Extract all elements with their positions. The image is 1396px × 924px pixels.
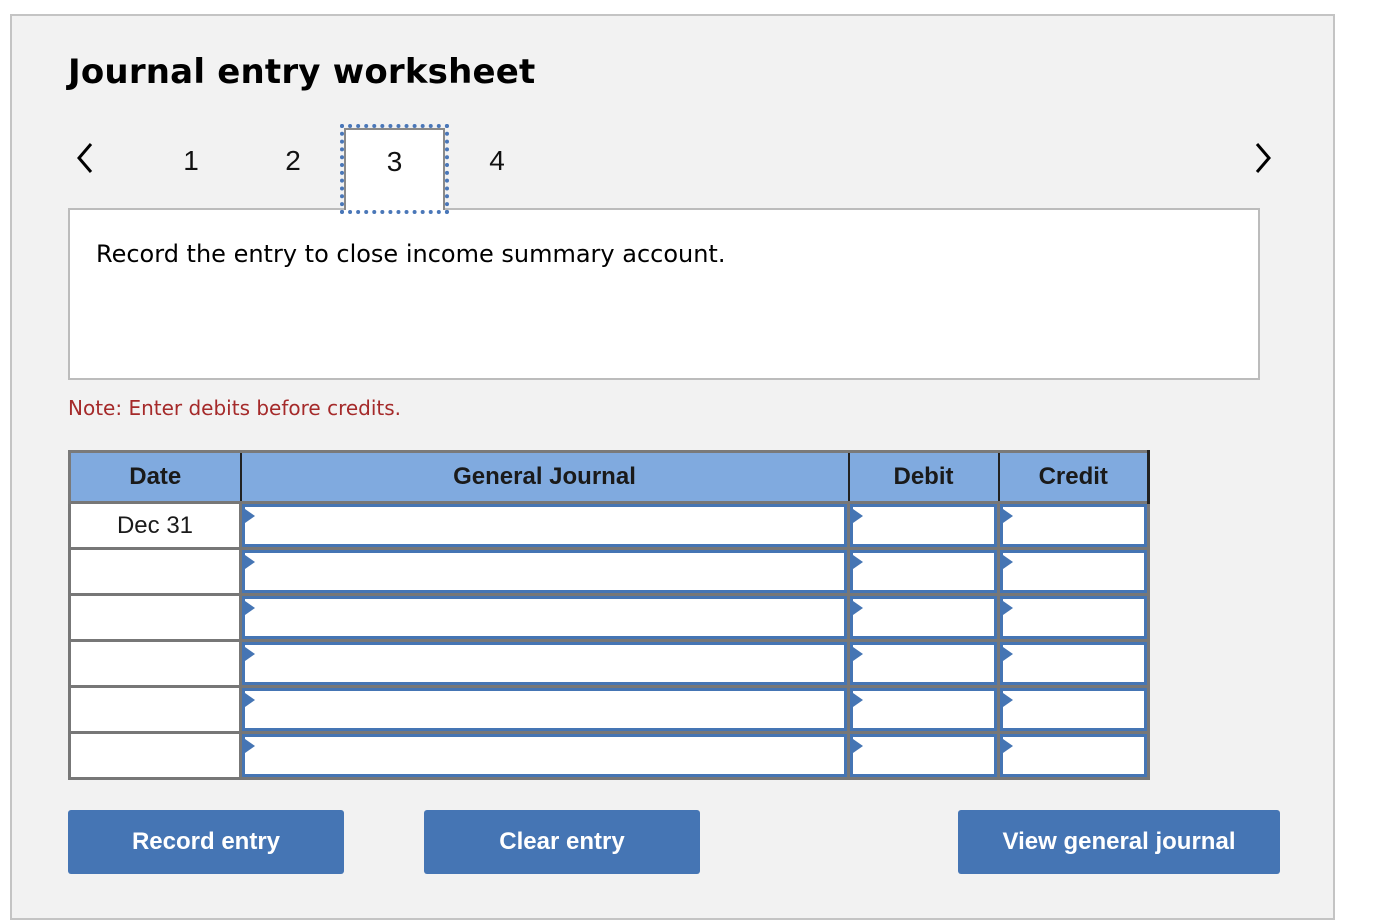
dropdown-marker-icon [1003, 555, 1013, 569]
table-header-row: Date General Journal Debit Credit [68, 450, 1150, 504]
table-row: Dec 31 [68, 501, 1150, 550]
credit-input-cell [997, 639, 1150, 688]
debit-input-cell [847, 547, 1000, 596]
date-cell [68, 685, 242, 734]
dropdown-marker-icon [245, 693, 255, 707]
credit-input-cell [997, 731, 1150, 780]
credit-input-cell [997, 685, 1150, 734]
credit-input-cell [997, 501, 1150, 550]
debit-input-cell [847, 685, 1000, 734]
table-row [68, 547, 1150, 596]
dropdown-marker-icon [853, 509, 863, 523]
account-input-cell [239, 547, 850, 596]
credit-input[interactable] [1000, 642, 1147, 685]
dropdown-marker-icon [1003, 601, 1013, 615]
tab-label: 2 [285, 145, 301, 176]
credit-input-cell [997, 547, 1150, 596]
table-row [68, 639, 1150, 688]
dropdown-marker-icon [245, 555, 255, 569]
account-input[interactable] [242, 642, 847, 685]
journal-body: Dec 31 [68, 501, 1150, 780]
dropdown-marker-icon [853, 601, 863, 615]
debit-input-cell [847, 731, 1000, 780]
dropdown-marker-icon [1003, 509, 1013, 523]
tab-label: 1 [183, 145, 199, 176]
prompt-text: Record the entry to close income summary… [96, 240, 726, 268]
tab-label: 4 [489, 145, 505, 176]
debit-input-cell [847, 501, 1000, 550]
debit-input[interactable] [850, 688, 997, 731]
account-input-cell [239, 593, 850, 642]
next-button[interactable] [1248, 140, 1278, 176]
dropdown-marker-icon [1003, 647, 1013, 661]
credit-input[interactable] [1000, 550, 1147, 593]
debit-input[interactable] [850, 642, 997, 685]
debit-input-cell [847, 593, 1000, 642]
prompt-box: Record the entry to close income summary… [68, 208, 1260, 380]
header-debit: Debit [847, 450, 1000, 504]
account-input-cell [239, 639, 850, 688]
date-cell [68, 547, 242, 596]
debit-input[interactable] [850, 550, 997, 593]
dropdown-marker-icon [1003, 693, 1013, 707]
account-input[interactable] [242, 734, 847, 777]
date-cell [68, 731, 242, 780]
dropdown-marker-icon [853, 693, 863, 707]
credit-input[interactable] [1000, 734, 1147, 777]
tab-4[interactable]: 4 [452, 130, 542, 192]
credit-input[interactable] [1000, 504, 1147, 547]
account-input[interactable] [242, 550, 847, 593]
clear-entry-button[interactable]: Clear entry [424, 810, 700, 874]
dropdown-marker-icon [245, 509, 255, 523]
dropdown-marker-icon [245, 601, 255, 615]
record-entry-button[interactable]: Record entry [68, 810, 344, 874]
worksheet-title: Journal entry worksheet [68, 52, 536, 92]
credit-input[interactable] [1000, 596, 1147, 639]
account-input-cell [239, 685, 850, 734]
chevron-right-icon [1255, 143, 1271, 173]
table-row [68, 593, 1150, 642]
debit-input[interactable] [850, 596, 997, 639]
dropdown-marker-icon [853, 739, 863, 753]
account-input[interactable] [242, 596, 847, 639]
header-general-journal: General Journal [239, 450, 850, 504]
dropdown-marker-icon [853, 555, 863, 569]
account-input[interactable] [242, 688, 847, 731]
credit-input[interactable] [1000, 688, 1147, 731]
header-credit: Credit [997, 450, 1150, 504]
tab-label: 3 [386, 146, 403, 177]
chevron-left-icon [77, 143, 93, 173]
date-cell: Dec 31 [68, 501, 242, 550]
credit-input-cell [997, 593, 1150, 642]
table-row [68, 685, 1150, 734]
prev-button[interactable] [70, 140, 100, 176]
debit-input-cell [847, 639, 1000, 688]
account-input[interactable] [242, 504, 847, 547]
account-input-cell [239, 731, 850, 780]
table-row [68, 731, 1150, 780]
debit-input[interactable] [850, 734, 997, 777]
date-cell [68, 639, 242, 688]
tab-2[interactable]: 2 [248, 130, 338, 192]
header-date: Date [68, 450, 242, 504]
dropdown-marker-icon [1003, 739, 1013, 753]
tab-3[interactable]: 3 [340, 124, 449, 214]
date-cell [68, 593, 242, 642]
dropdown-marker-icon [245, 739, 255, 753]
dropdown-marker-icon [853, 647, 863, 661]
account-input-cell [239, 501, 850, 550]
tab-1[interactable]: 1 [146, 130, 236, 192]
view-general-journal-button[interactable]: View general journal [958, 810, 1280, 874]
debit-input[interactable] [850, 504, 997, 547]
journal-table: Date General Journal Debit Credit Dec 31 [68, 450, 1150, 780]
dropdown-marker-icon [245, 647, 255, 661]
note-text: Note: Enter debits before credits. [68, 396, 402, 420]
